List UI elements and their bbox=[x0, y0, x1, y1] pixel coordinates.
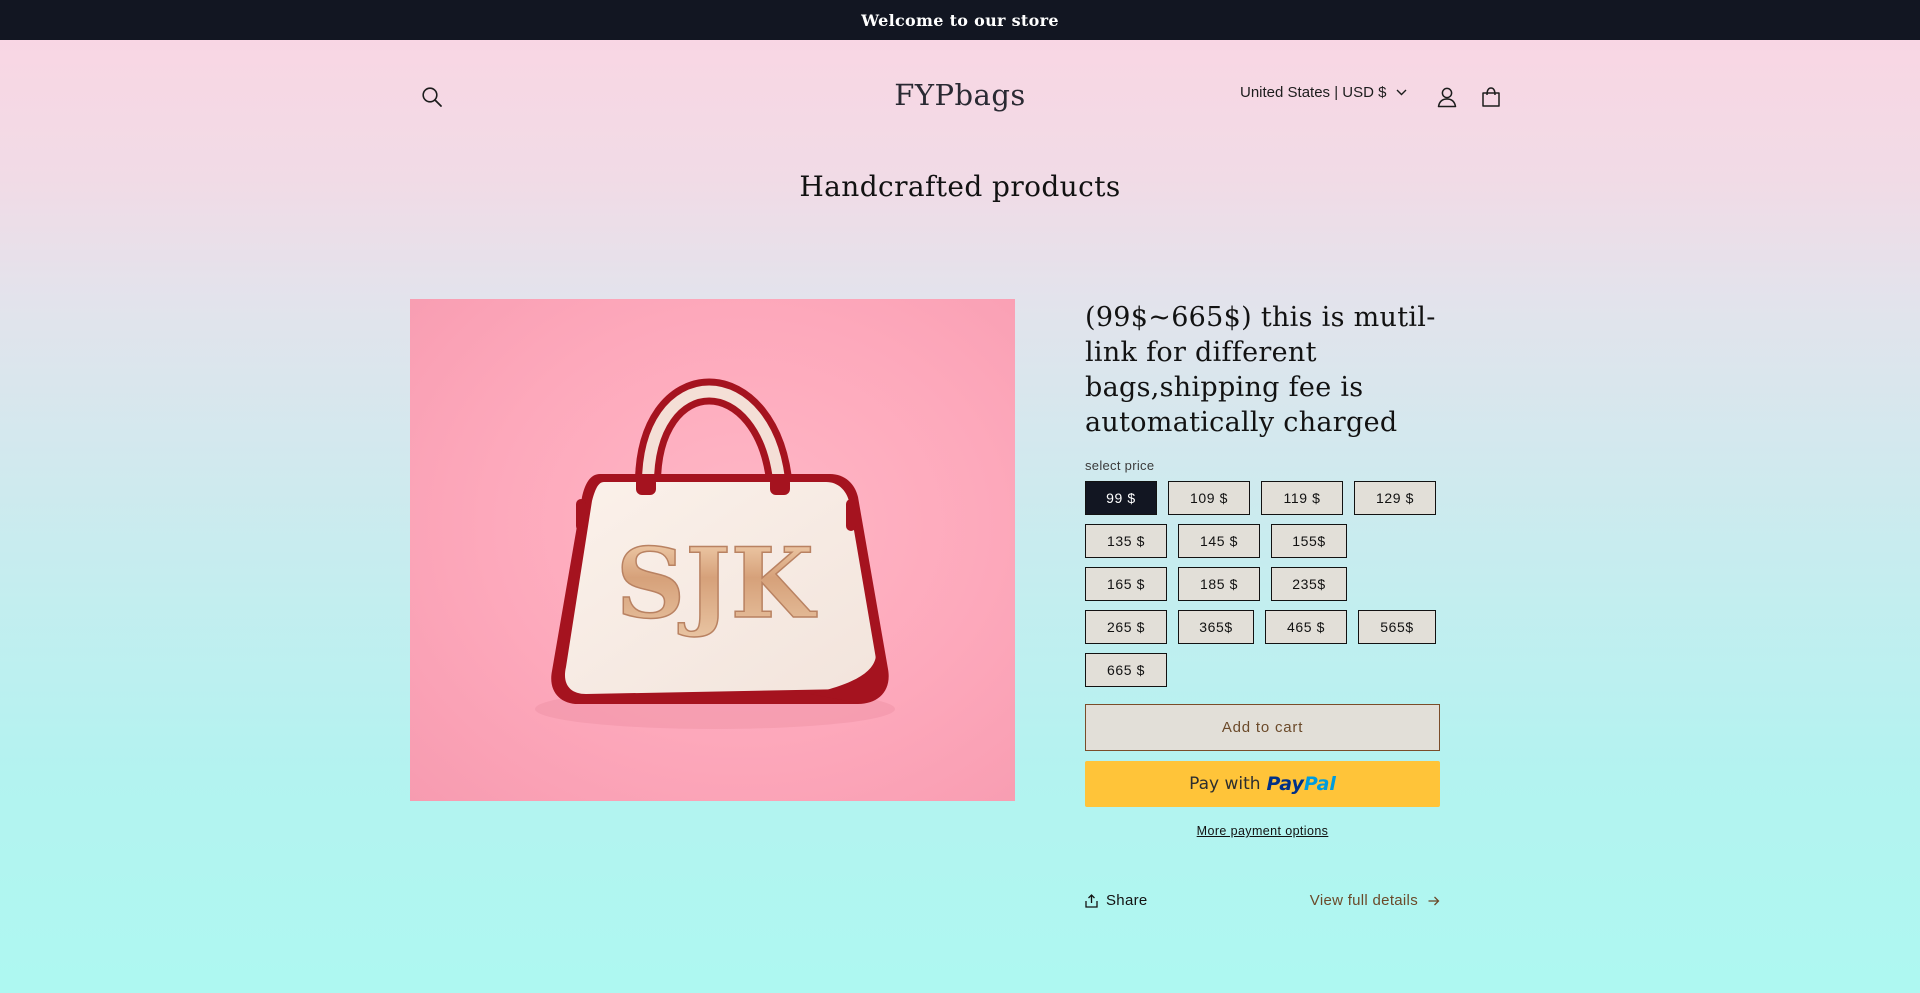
price-option-swatch[interactable]: 119 $ bbox=[1261, 481, 1343, 515]
price-option-swatch[interactable]: 135 $ bbox=[1085, 524, 1167, 558]
product-image[interactable]: SJK bbox=[410, 299, 1015, 801]
price-option-row: 665 $ bbox=[1085, 653, 1465, 687]
bag-monogram: SJK bbox=[616, 527, 818, 640]
price-option-row: 135 $ 145 $ 155$ bbox=[1085, 524, 1465, 558]
product-title: (99$~665$) this is mutil-link for differ… bbox=[1085, 302, 1436, 438]
arrow-right-icon bbox=[1428, 896, 1440, 905]
add-to-cart-button[interactable]: Add to cart bbox=[1085, 704, 1440, 751]
cart-icon bbox=[1482, 87, 1500, 107]
price-option-swatch[interactable]: 365$ bbox=[1178, 610, 1254, 644]
price-option-swatch[interactable]: 665 $ bbox=[1085, 653, 1167, 687]
handbag-illustration: SJK bbox=[535, 378, 895, 729]
price-option-swatch[interactable]: 235$ bbox=[1271, 567, 1347, 601]
price-option-swatch[interactable]: 109 $ bbox=[1168, 481, 1250, 515]
account-icon bbox=[1437, 87, 1457, 108]
chevron-down-icon bbox=[1396, 89, 1407, 96]
price-option-swatch[interactable]: 185 $ bbox=[1178, 567, 1260, 601]
price-option-swatch[interactable]: 565$ bbox=[1358, 610, 1436, 644]
cart-button[interactable] bbox=[1469, 75, 1513, 119]
price-option-row: 165 $ 185 $ 235$ bbox=[1085, 567, 1465, 601]
price-option-row: 99 $ 109 $ 119 $ 129 $ bbox=[1085, 481, 1465, 515]
logo-link[interactable]: FYPbags bbox=[894, 78, 1026, 112]
more-payment-options: More payment options bbox=[1085, 824, 1440, 838]
paypal-button[interactable]: Pay with PayPal bbox=[1085, 761, 1440, 807]
view-full-details-link[interactable]: View full details bbox=[1310, 892, 1440, 909]
product-actions: Share View full details bbox=[1085, 892, 1440, 909]
price-option-swatch[interactable]: 165 $ bbox=[1085, 567, 1167, 601]
price-option-swatch[interactable]: 129 $ bbox=[1354, 481, 1436, 515]
share-icon bbox=[1085, 893, 1098, 908]
site-header: FYPbags United States | USD $ bbox=[410, 70, 1510, 126]
price-option-swatch[interactable]: 145 $ bbox=[1178, 524, 1260, 558]
price-option-row: 265 $ 365$ 465 $ 565$ bbox=[1085, 610, 1465, 644]
share-button[interactable]: Share bbox=[1085, 892, 1148, 909]
announcement-text: Welcome to our store bbox=[861, 10, 1059, 30]
price-option-label: select price bbox=[1085, 458, 1155, 473]
share-label: Share bbox=[1106, 892, 1148, 909]
account-button[interactable] bbox=[1425, 75, 1469, 119]
paypal-logo: PayPal bbox=[1266, 773, 1336, 795]
country-currency-selector[interactable]: United States | USD $ bbox=[1240, 84, 1407, 101]
product-info: (99$~665$) this is mutil-link for differ… bbox=[1085, 300, 1445, 909]
price-option-swatch[interactable]: 265 $ bbox=[1085, 610, 1167, 644]
price-option-swatch[interactable]: 155$ bbox=[1271, 524, 1347, 558]
price-options: 99 $ 109 $ 119 $ 129 $ 135 $ 145 $ 155$ 165 $ 18… bbox=[1085, 481, 1465, 687]
country-currency-label: United States | USD $ bbox=[1240, 84, 1387, 101]
view-full-details-label: View full details bbox=[1309, 892, 1418, 909]
announcement-bar: Welcome to our store bbox=[0, 0, 1920, 40]
paypal-prefix: Pay with bbox=[1189, 774, 1261, 794]
more-payment-options-link[interactable]: More payment options bbox=[1197, 824, 1329, 838]
price-option-swatch[interactable]: 465 $ bbox=[1265, 610, 1347, 644]
price-option-swatch[interactable]: 99 $ bbox=[1085, 481, 1157, 515]
collection-title: Handcrafted products bbox=[799, 170, 1121, 203]
